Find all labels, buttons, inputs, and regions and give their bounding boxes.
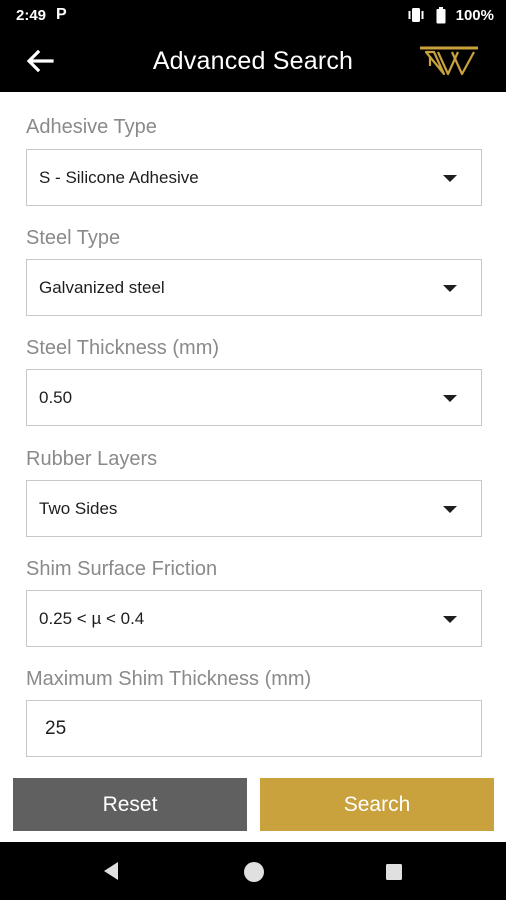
status-right: 100% — [406, 6, 494, 24]
dropdown-caret-icon — [443, 175, 457, 182]
search-button[interactable]: Search — [260, 778, 494, 831]
brand-logo — [418, 44, 480, 78]
adhesive-type-value: S - Silicone Adhesive — [39, 167, 199, 187]
nav-back-button[interactable] — [100, 860, 122, 887]
reset-button[interactable]: Reset — [13, 778, 247, 831]
shim-friction-label: Shim Surface Friction — [26, 558, 218, 580]
status-left: 2:49 P — [16, 6, 67, 24]
rubber-layers-value: Two Sides — [39, 498, 118, 518]
dropdown-caret-icon — [443, 395, 457, 402]
dropdown-caret-icon — [443, 285, 457, 292]
steel-thickness-select[interactable]: 0.50 — [26, 369, 482, 426]
steel-thickness-value: 0.50 — [39, 387, 73, 407]
app-bar: Advanced Search — [0, 30, 506, 92]
battery-icon — [436, 6, 446, 24]
max-shim-thickness-input[interactable] — [26, 700, 482, 757]
dropdown-caret-icon — [443, 616, 457, 623]
max-shim-thickness-label: Maximum Shim Thickness (mm) — [26, 668, 312, 690]
status-time: 2:49 — [16, 6, 47, 24]
rubber-layers-select[interactable]: Two Sides — [26, 480, 482, 537]
nav-home-icon — [244, 862, 264, 882]
nav-recent-icon — [386, 864, 402, 880]
status-bar: 2:49 P 100% — [0, 0, 506, 30]
nav-back-icon — [104, 862, 118, 880]
adhesive-type-select[interactable]: S - Silicone Adhesive — [26, 149, 482, 206]
steel-type-value: Galvanized steel — [39, 277, 165, 297]
steel-type-select[interactable]: Galvanized steel — [26, 259, 482, 316]
rubber-layers-label: Rubber Layers — [26, 448, 158, 470]
steel-type-label: Steel Type — [26, 227, 121, 249]
shim-friction-select[interactable]: 0.25 < µ < 0.4 — [26, 590, 482, 647]
arrow-left-icon — [26, 49, 54, 73]
navigation-bar — [0, 842, 506, 900]
back-button[interactable] — [24, 45, 56, 77]
adhesive-type-label: Adhesive Type — [26, 116, 157, 138]
battery-percent: 100% — [455, 6, 494, 24]
vibrate-icon — [406, 7, 426, 23]
shim-friction-value: 0.25 < µ < 0.4 — [39, 608, 145, 628]
nav-recent-button[interactable] — [384, 862, 404, 887]
parking-notification-icon: P — [56, 6, 67, 23]
steel-thickness-label: Steel Thickness (mm) — [26, 337, 220, 359]
dropdown-caret-icon — [443, 506, 457, 513]
nav-home-button[interactable] — [242, 860, 266, 889]
